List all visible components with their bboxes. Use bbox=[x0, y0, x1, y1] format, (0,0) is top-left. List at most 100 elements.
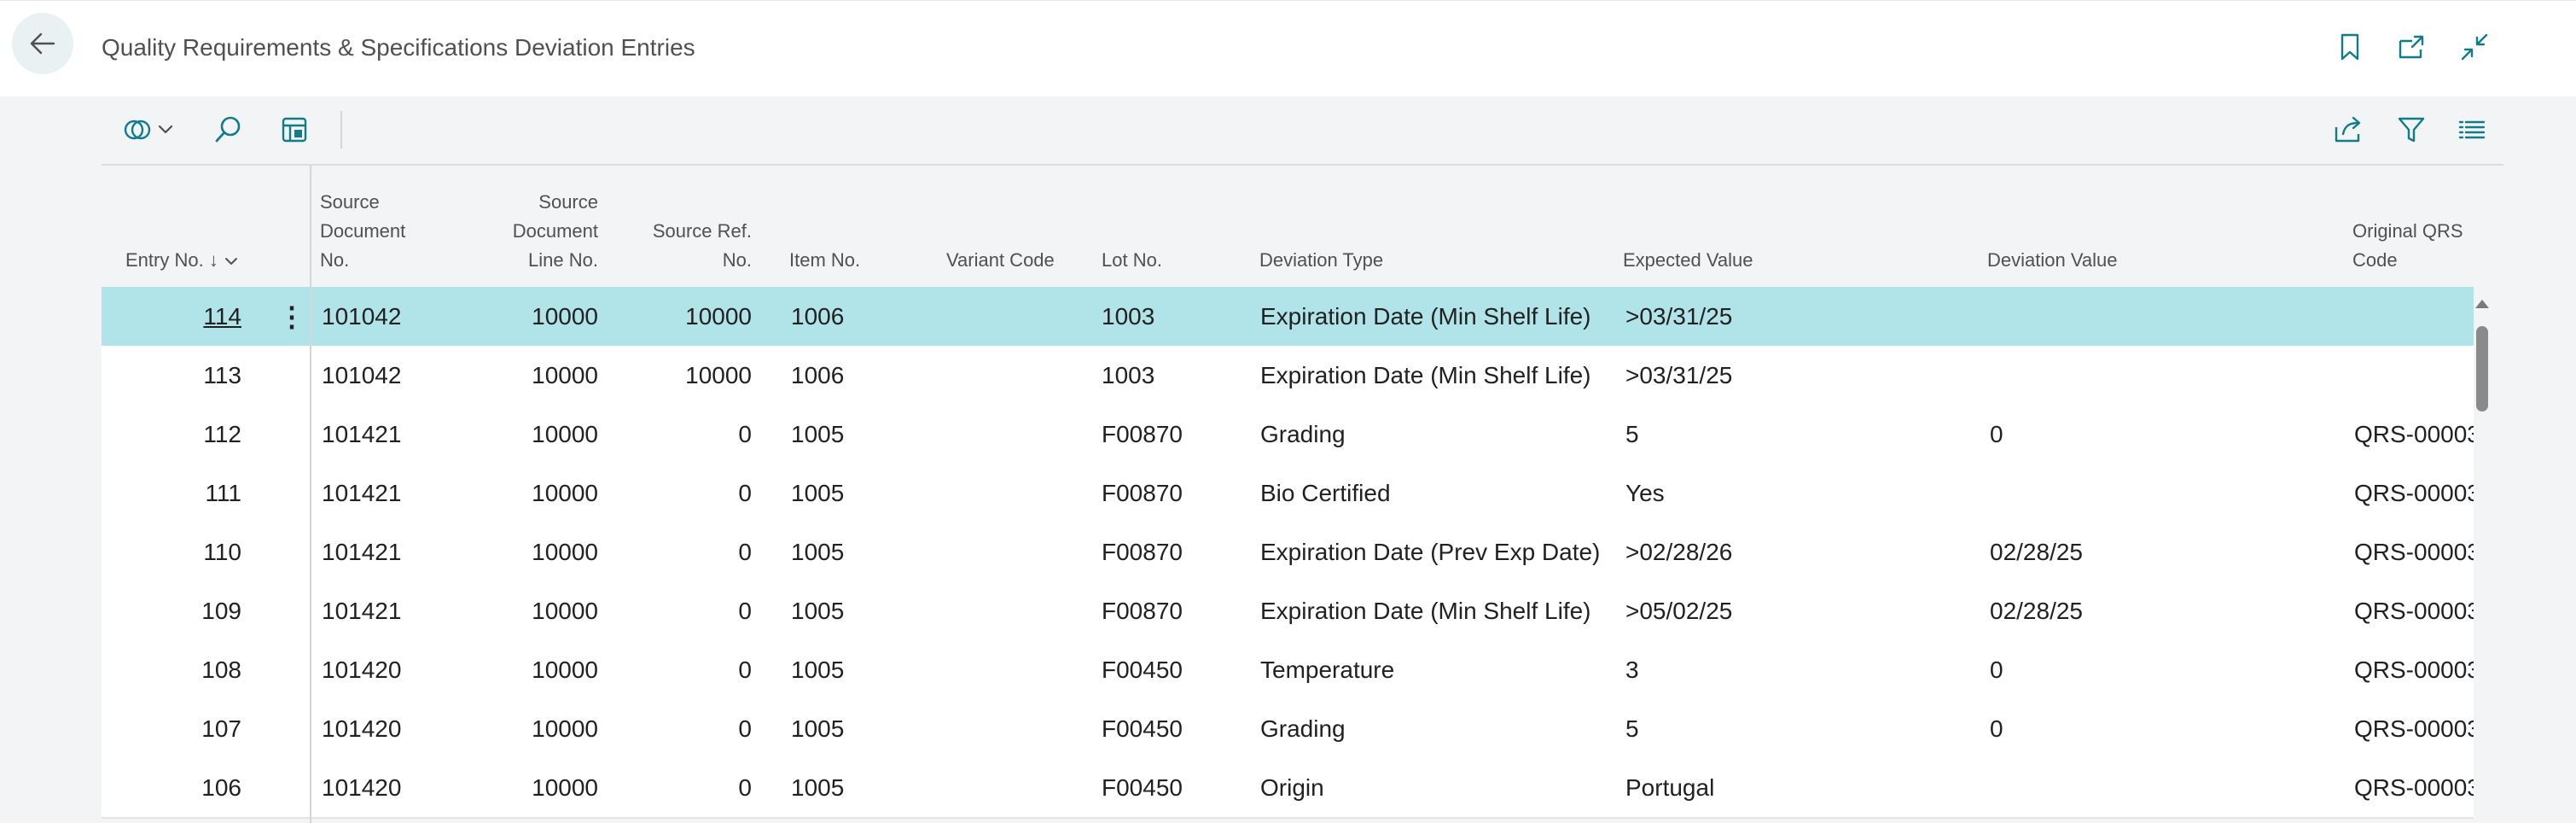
cell-original-qrs-code: QRS-00003 bbox=[2354, 774, 2474, 801]
bookmark-button[interactable] bbox=[2333, 30, 2367, 64]
column-header-item-no[interactable]: Item No. bbox=[789, 246, 860, 275]
cell-item-no: 1005 bbox=[791, 480, 845, 506]
cell-deviation-type: Bio Certified bbox=[1260, 480, 1391, 506]
cell-deviation-value bbox=[1990, 758, 2340, 817]
search-icon bbox=[215, 116, 241, 143]
cell-entry-no[interactable]: 110 bbox=[125, 522, 241, 581]
vertical-scrollbar[interactable] bbox=[2473, 295, 2492, 823]
scrollbar-thumb[interactable] bbox=[2476, 326, 2488, 412]
cell-source-document-no: 101421 bbox=[322, 421, 402, 447]
table-row[interactable]: 107 101420 10000 0 1005 F00450 Grading 5 0 QRS-00… bbox=[102, 699, 2474, 760]
cell-expected-value: 5 bbox=[1625, 421, 1639, 447]
cell-deviation-type: Grading bbox=[1260, 421, 1346, 447]
cell-entry-no[interactable]: 114 bbox=[125, 287, 241, 346]
cell-variant-code bbox=[946, 522, 1091, 581]
column-header-original-qrs-code[interactable]: Original QRS Code bbox=[2352, 217, 2474, 275]
sort-descending-icon: ↓ bbox=[208, 249, 218, 271]
table-row[interactable]: 112 101421 10000 0 1005 F00870 Grading 5 0 QRS-00… bbox=[102, 405, 2474, 465]
cell-item-no: 1005 bbox=[791, 421, 845, 447]
search-button[interactable] bbox=[211, 111, 245, 149]
cell-source-ref-no: 0 bbox=[738, 657, 752, 683]
collapse-button[interactable] bbox=[2457, 30, 2492, 64]
share-button[interactable] bbox=[2331, 111, 2365, 149]
column-header-source-document-no[interactable]: Source Document No. bbox=[320, 188, 439, 275]
cell-item-no: 1005 bbox=[791, 657, 845, 683]
cell-entry-no[interactable]: 107 bbox=[125, 699, 241, 758]
cell-source-document-line-no: 10000 bbox=[532, 657, 598, 683]
scroll-up-arrow-icon[interactable] bbox=[2473, 295, 2492, 312]
cell-deviation-value: 0 bbox=[1990, 421, 2003, 447]
cell-expected-value: >03/31/25 bbox=[1625, 303, 1733, 330]
cell-source-document-line-no: 10000 bbox=[532, 598, 598, 624]
cell-entry-no[interactable]: 106 bbox=[125, 758, 241, 817]
column-divider bbox=[310, 166, 311, 823]
open-in-new-window-button[interactable] bbox=[2394, 30, 2428, 64]
cell-variant-code bbox=[946, 640, 1091, 699]
cell-original-qrs-code bbox=[2354, 287, 2474, 346]
views-button[interactable] bbox=[122, 111, 182, 149]
cell-lot-no: F00450 bbox=[1102, 657, 1183, 683]
table-row[interactable]: 114 101042 10000 10000 1006 1003 Expiration Da… bbox=[102, 287, 2474, 347]
edit-list-button[interactable] bbox=[277, 111, 311, 149]
edit-list-icon bbox=[282, 117, 307, 143]
table-row[interactable]: 110 101421 10000 0 1005 F00870 Expiration Date… bbox=[102, 522, 2474, 583]
cell-source-document-line-no: 10000 bbox=[532, 715, 598, 742]
cell-item-no: 1005 bbox=[791, 774, 845, 801]
cell-source-ref-no: 10000 bbox=[685, 362, 752, 388]
column-header-lot-no[interactable]: Lot No. bbox=[1102, 246, 1162, 275]
column-header-source-document-line-no[interactable]: Source Document Line No. bbox=[477, 188, 598, 275]
cell-entry-no[interactable]: 109 bbox=[125, 581, 241, 640]
cell-lot-no: F00870 bbox=[1102, 598, 1183, 624]
table-row[interactable]: 109 101421 10000 0 1005 F00870 Expiration Date… bbox=[102, 581, 2474, 642]
filter-button[interactable] bbox=[2394, 111, 2428, 149]
table-row[interactable]: 113 101042 10000 10000 1006 1003 Expiration Da… bbox=[102, 346, 2474, 406]
column-header-entry-no[interactable]: Entry No. ↓ bbox=[125, 246, 239, 275]
cell-source-document-line-no: 10000 bbox=[532, 303, 598, 330]
cell-variant-code bbox=[946, 287, 1091, 346]
cell-expected-value: >05/02/25 bbox=[1625, 598, 1733, 624]
cell-source-document-line-no: 10000 bbox=[532, 774, 598, 801]
cell-item-no: 1005 bbox=[791, 598, 845, 624]
filter-icon bbox=[2398, 117, 2425, 143]
entry-no-link[interactable]: 114 bbox=[203, 303, 241, 330]
cell-entry-no[interactable]: 111 bbox=[125, 464, 241, 522]
list-view-button[interactable] bbox=[2455, 111, 2489, 149]
back-button[interactable] bbox=[12, 13, 73, 74]
column-header-expected-value[interactable]: Expected Value bbox=[1623, 246, 1753, 275]
cell-expected-value: >03/31/25 bbox=[1625, 362, 1733, 388]
cell-entry-no[interactable]: 108 bbox=[125, 640, 241, 699]
bookmark-icon bbox=[2340, 33, 2359, 61]
page-header: Quality Requirements & Specifications De… bbox=[0, 0, 2576, 96]
cell-item-no: 1005 bbox=[791, 539, 845, 565]
cell-entry-no[interactable]: 113 bbox=[125, 346, 241, 405]
column-header-deviation-type[interactable]: Deviation Type bbox=[1259, 246, 1383, 275]
cell-deviation-type: Expiration Date (Prev Exp Date) bbox=[1260, 539, 1601, 565]
table-row[interactable]: 111 101421 10000 0 1005 F00870 Bio Certified Ye… bbox=[102, 464, 2474, 524]
cell-original-qrs-code bbox=[2354, 346, 2474, 405]
column-header-deviation-value[interactable]: Deviation Value bbox=[1987, 246, 2117, 275]
column-header-row: Entry No. ↓ Source Document No. Source D… bbox=[102, 166, 2474, 287]
share-icon bbox=[2335, 116, 2361, 143]
cell-deviation-type: Expiration Date (Min Shelf Life) bbox=[1260, 303, 1591, 330]
cell-entry-no[interactable]: 112 bbox=[125, 405, 241, 464]
column-header-source-ref-no[interactable]: Source Ref. No. bbox=[631, 217, 752, 275]
column-header-variant-code[interactable]: Variant Code bbox=[946, 246, 1055, 275]
cell-lot-no: 1003 bbox=[1102, 362, 1155, 388]
cell-original-qrs-code: QRS-00003 bbox=[2354, 539, 2474, 565]
cell-variant-code bbox=[946, 464, 1091, 522]
cell-source-document-no: 101421 bbox=[322, 480, 402, 506]
views-icon bbox=[124, 120, 173, 140]
cell-lot-no: F00870 bbox=[1102, 539, 1183, 565]
table-row[interactable]: 108 101420 10000 0 1005 F00450 Temperature 3 0 QR… bbox=[102, 640, 2474, 701]
cell-deviation-value: 0 bbox=[1990, 715, 2003, 742]
cell-expected-value: 5 bbox=[1625, 715, 1639, 742]
cell-source-ref-no: 0 bbox=[738, 539, 752, 565]
cell-expected-value: Portugal bbox=[1625, 774, 1715, 801]
more-vertical-icon[interactable]: ⋮ bbox=[278, 287, 305, 346]
cell-source-document-no: 101420 bbox=[322, 774, 402, 801]
cell-expected-value: 3 bbox=[1625, 657, 1639, 683]
cell-source-document-no: 101421 bbox=[322, 539, 402, 565]
table-row[interactable]: 106 101420 10000 0 1005 F00450 Origin Portugal Q… bbox=[102, 758, 2474, 819]
cell-original-qrs-code: QRS-00003 bbox=[2354, 657, 2474, 683]
cell-lot-no: F00450 bbox=[1102, 715, 1183, 742]
